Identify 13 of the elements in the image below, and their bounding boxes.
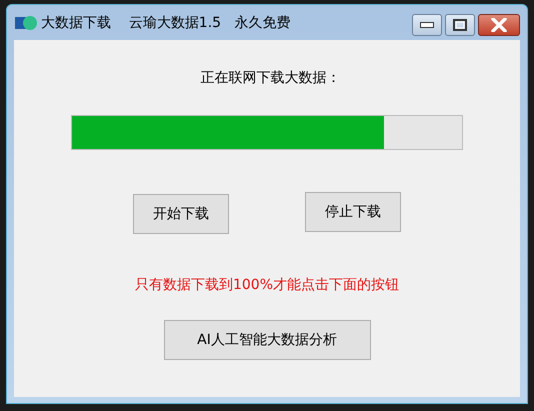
status-label: 正在联网下载大数据： xyxy=(200,69,340,87)
notice-text: 只有数据下载到100%才能点击下面的按钮 xyxy=(134,276,400,294)
maximize-button[interactable] xyxy=(445,14,475,36)
start-download-button[interactable]: 开始下载 xyxy=(133,194,229,234)
minimize-icon xyxy=(420,22,434,28)
minimize-button[interactable] xyxy=(412,14,442,36)
close-icon xyxy=(491,18,507,32)
maximize-icon xyxy=(453,19,467,31)
close-button[interactable] xyxy=(478,14,520,36)
stop-download-button[interactable]: 停止下载 xyxy=(305,192,401,232)
app-logo-icon xyxy=(15,14,37,30)
analysis-button[interactable]: AI人工智能大数据分析 xyxy=(164,320,370,360)
window-title: 大数据下载 云瑜大数据1.5 永久免费 xyxy=(41,14,290,32)
